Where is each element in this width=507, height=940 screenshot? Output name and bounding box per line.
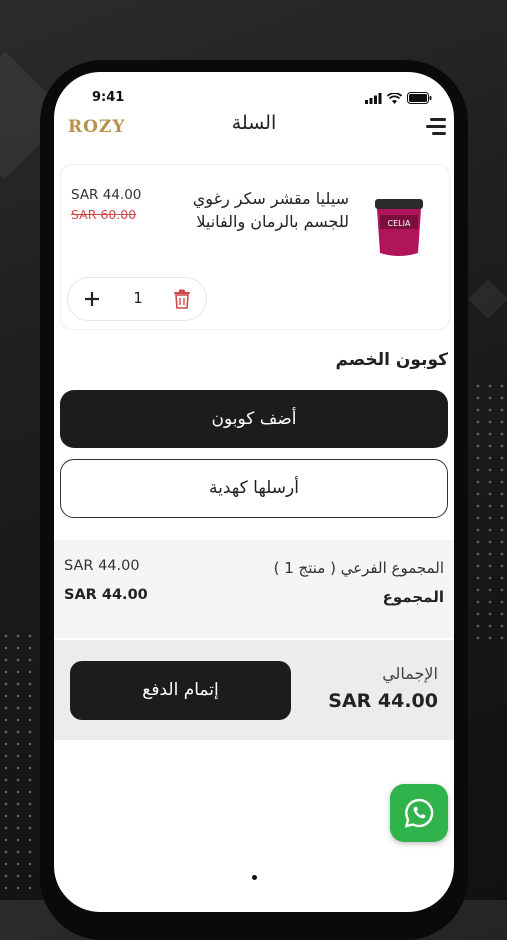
page-indicator-dot xyxy=(252,875,257,880)
status-time: 9:41 xyxy=(92,90,125,105)
checkout-button[interactable]: إتمام الدفع xyxy=(70,661,291,720)
cart-item-card: SAR 44.00 SAR 60.00 سيليا مقشر سكر رغوي … xyxy=(60,164,450,330)
trash-icon[interactable] xyxy=(173,289,191,309)
grand-total-value: SAR 44.00 xyxy=(328,690,438,712)
cart-screen: 9:41 ROZY السلة SAR 44.00 SAR 60.00 سيلي… xyxy=(54,72,454,912)
plus-icon[interactable] xyxy=(84,291,100,307)
menu-icon[interactable] xyxy=(426,118,446,136)
wifi-icon xyxy=(387,92,402,104)
status-icons xyxy=(365,92,432,104)
battery-icon xyxy=(407,92,432,104)
background-dots xyxy=(472,380,507,640)
item-price: SAR 44.00 xyxy=(71,187,142,203)
item-old-price: SAR 60.00 xyxy=(71,207,137,222)
send-as-gift-button[interactable]: أرسلها كهدية xyxy=(60,459,448,518)
brand-logo[interactable]: ROZY xyxy=(68,117,125,137)
add-coupon-button[interactable]: أضف كوبون xyxy=(60,390,448,448)
background-diamond xyxy=(468,279,507,319)
coupon-section-title: كوبون الخصم xyxy=(335,350,448,370)
product-name[interactable]: سيليا مقشر سكر رغوي للجسم بالرمان والفان… xyxy=(149,187,349,233)
whatsapp-icon xyxy=(404,798,434,828)
signal-icon xyxy=(365,92,382,104)
subtotal-label: المجموع الفرعي ( منتج 1 ) xyxy=(273,559,444,577)
whatsapp-button[interactable] xyxy=(390,784,448,842)
total-label: المجموع xyxy=(382,588,444,606)
page-title: السلة xyxy=(231,112,277,134)
product-image-label: CELIA xyxy=(388,219,411,228)
total-value: SAR 44.00 xyxy=(64,587,148,603)
background-dots xyxy=(0,630,36,890)
subtotal-value: SAR 44.00 xyxy=(64,558,140,574)
quantity-stepper: 1 xyxy=(67,277,207,321)
order-summary: المجموع الفرعي ( منتج 1 ) SAR 44.00 المج… xyxy=(54,540,454,638)
quantity-value: 1 xyxy=(133,289,143,307)
grand-total-label: الإجمالي xyxy=(382,664,438,683)
product-image[interactable]: CELIA xyxy=(369,195,429,259)
